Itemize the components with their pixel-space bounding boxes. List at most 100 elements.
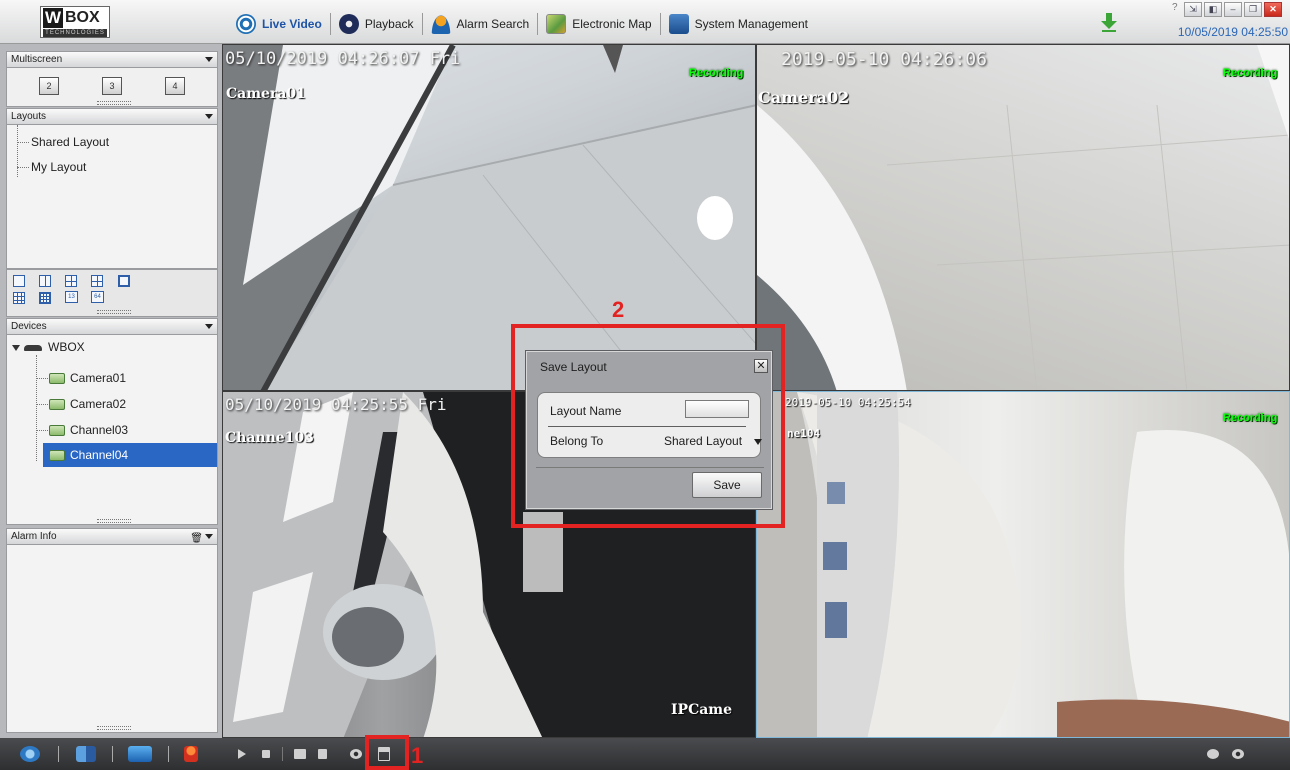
restore-icon[interactable]: ❐ [1244, 2, 1262, 17]
toolbar-separator [112, 746, 113, 762]
multiscreen-3-button[interactable]: 3 [102, 77, 122, 95]
sound-icon[interactable] [318, 749, 327, 759]
device-root-wbox[interactable]: WBOX [48, 340, 85, 354]
nav-live-video[interactable]: Live Video [230, 12, 328, 36]
collapse-arrow-icon[interactable] [205, 57, 213, 62]
playback-icon [338, 14, 359, 34]
alarm-icon[interactable] [184, 746, 198, 762]
nvr-icon [24, 345, 42, 351]
wbox-logo: W BOX TECHNOLOGIES [40, 6, 110, 38]
nav-separator [329, 13, 331, 35]
camera-icon [49, 425, 65, 436]
nav-system-management[interactable]: System Management [663, 12, 814, 36]
video-frame-channel04 [757, 392, 1289, 737]
device-view-icon[interactable] [128, 746, 152, 762]
layouts-header[interactable]: Layouts [6, 108, 218, 125]
layout-64-icon[interactable]: 64 [91, 291, 104, 303]
layout-9-icon[interactable] [13, 292, 25, 304]
alarm-info-title: Alarm Info [11, 531, 57, 542]
logo-subtitle: TECHNOLOGIES [43, 29, 107, 37]
left-panel: Multiscreen 2 3 4 Layouts Shared Layout … [0, 44, 222, 738]
video-tile-channel04[interactable]: 2019-05-10 04:25:54 ne104 Recording [756, 391, 1290, 738]
fullscreen-icon[interactable]: ⇲ [1184, 2, 1202, 17]
main-nav: Live Video Playback Alarm Search Electro… [230, 12, 814, 36]
tree-connector [17, 167, 29, 168]
annotation-number-1: 1 [411, 743, 424, 768]
electronic-map-icon [546, 14, 567, 34]
layout-item-my[interactable]: My Layout [31, 160, 86, 174]
help-icon[interactable]: ? [1172, 2, 1182, 16]
layout-2-icon[interactable] [39, 275, 51, 287]
nav-playback[interactable]: Playback [333, 12, 420, 36]
annotation-number-2: 2 [612, 297, 625, 322]
multiscreen-header[interactable]: Multiscreen [6, 51, 218, 68]
video-tile-camera02[interactable]: 2019-05-10 04:26:06 Camera02 Recording [756, 44, 1290, 391]
top-bar: W BOX TECHNOLOGIES Live Video Playback A… [0, 0, 1290, 44]
alarm-info-header[interactable]: Alarm Info 🗑 [6, 528, 218, 545]
fullscreen-view-icon[interactable] [1232, 749, 1244, 759]
layout-4-icon[interactable] [65, 275, 77, 287]
devices-body: WBOX Camera01 Camera02 Channel03 Channel… [6, 335, 218, 525]
download-icon[interactable] [1100, 12, 1118, 32]
nav-alarm-search[interactable]: Alarm Search [425, 12, 536, 36]
recording-badge: Recording [689, 67, 744, 79]
layout-1-icon[interactable] [13, 275, 25, 287]
devices-title: Devices [11, 321, 47, 332]
layout-16-icon[interactable] [39, 292, 51, 304]
window-controls: ⇲ ◧ – ❐ ✕ [1184, 2, 1282, 17]
devices-header[interactable]: Devices [6, 318, 218, 335]
trash-icon[interactable]: 🗑 [190, 531, 203, 546]
system-management-icon [668, 14, 689, 34]
snapshot-icon[interactable] [350, 749, 362, 759]
multiscreen-title: Multiscreen [11, 54, 63, 65]
resize-grip[interactable] [97, 519, 131, 523]
play-icon[interactable] [238, 749, 246, 759]
resize-grip[interactable] [97, 726, 131, 730]
device-channel04[interactable]: Channel04 [70, 448, 128, 462]
collapse-arrow-icon[interactable] [205, 324, 213, 329]
multiscreen-2-button[interactable]: 2 [39, 77, 59, 95]
collapse-arrow-icon[interactable] [205, 534, 213, 539]
layout-view-icon[interactable] [76, 746, 96, 762]
left-bottom-toolbar [0, 738, 222, 770]
close-window-icon[interactable]: ✕ [1264, 2, 1282, 17]
nav-system-management-label: System Management [694, 17, 808, 31]
resize-grip[interactable] [97, 310, 131, 314]
device-camera01[interactable]: Camera01 [70, 371, 126, 385]
logo-word: BOX [65, 9, 100, 26]
stop-icon[interactable] [262, 750, 270, 758]
multiscreen-4-button[interactable]: 4 [165, 77, 185, 95]
nav-electronic-map[interactable]: Electronic Map [540, 12, 657, 36]
tree-connector [17, 125, 18, 177]
device-channel03[interactable]: Channel03 [70, 423, 128, 437]
layout-13-icon[interactable]: 13 [65, 291, 78, 303]
expand-arrow-icon[interactable] [12, 345, 20, 351]
resize-grip[interactable] [97, 101, 131, 105]
camera-icon [49, 450, 65, 461]
device-camera02[interactable]: Camera02 [70, 397, 126, 411]
layout-6-icon[interactable] [91, 275, 103, 287]
annotation-box-1 [365, 735, 409, 770]
live-view-icon[interactable] [20, 746, 40, 762]
record-icon[interactable] [294, 749, 306, 759]
toolbar-separator [168, 746, 169, 762]
recording-badge: Recording [1223, 67, 1278, 79]
layout-8-icon[interactable] [118, 275, 130, 287]
camera-icon [49, 399, 65, 410]
layouts-title: Layouts [11, 111, 47, 122]
tile-camera-name: Camera02 [758, 88, 850, 107]
layout-toggle-icon[interactable]: ◧ [1204, 2, 1222, 17]
layouts-body: Shared Layout My Layout [6, 125, 218, 269]
tree-connector [36, 430, 48, 431]
tree-connector [36, 378, 48, 379]
layout-split-buttons: 13 64 [6, 269, 218, 317]
settings-icon[interactable] [1207, 749, 1219, 759]
current-datetime: 10/05/2019 04:25:50 [1177, 25, 1288, 39]
nav-electronic-map-label: Electronic Map [572, 17, 652, 31]
minimize-icon[interactable]: – [1224, 2, 1242, 17]
tree-connector [36, 355, 37, 461]
nav-alarm-search-label: Alarm Search [456, 17, 530, 31]
layout-item-shared[interactable]: Shared Layout [31, 135, 109, 149]
tile-bottom-label: IPCame [671, 702, 733, 718]
collapse-arrow-icon[interactable] [205, 114, 213, 119]
